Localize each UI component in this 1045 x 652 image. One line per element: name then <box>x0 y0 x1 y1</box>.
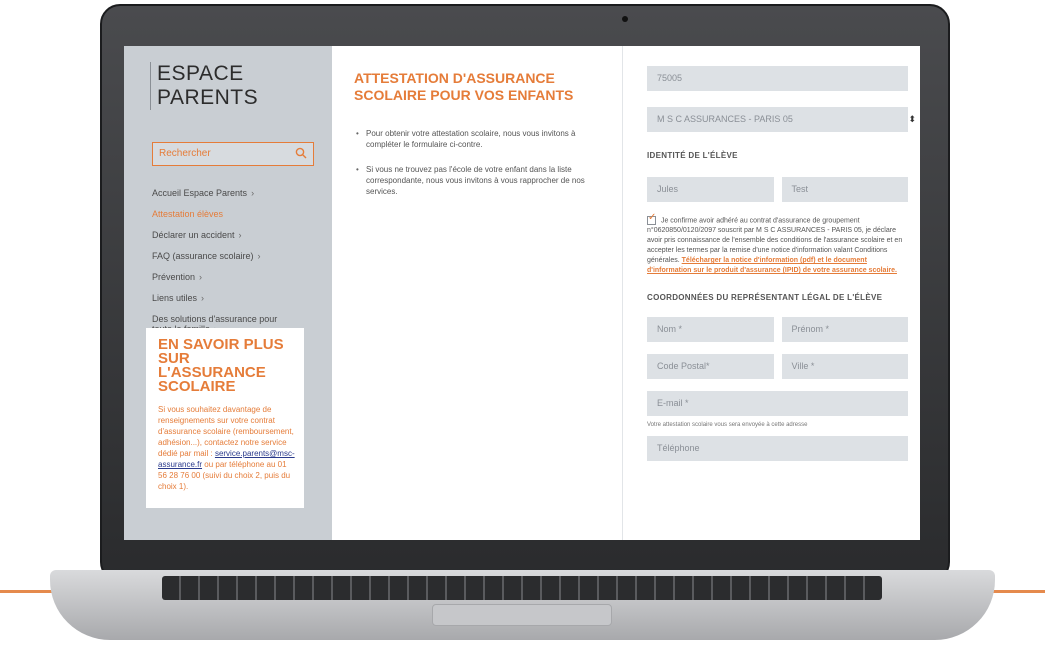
nav-item-attestation[interactable]: Attestation élèves <box>152 209 332 219</box>
sidebar-nav: Accueil Espace Parents › Attestation élèv… <box>152 188 332 334</box>
main-content: ATTESTATION D'ASSURANCE SCOLAIRE POUR VO… <box>332 46 622 540</box>
chevron-down-icon: ⬍ <box>908 114 916 124</box>
nav-item-prevention[interactable]: Prévention › <box>152 272 332 282</box>
brand-title: ESPACE PARENTS <box>150 62 332 110</box>
insurer-select[interactable]: M S C ASSURANCES - PARIS 05 ⬍ <box>647 107 916 132</box>
student-last-name-input[interactable]: Test <box>781 177 908 202</box>
guardian-section-title: COORDONNÉES DU REPRÉSENTANT LÉGAL DE L'É… <box>647 293 883 303</box>
search-placeholder: Rechercher <box>159 148 211 159</box>
postal-code-input[interactable]: Code Postal* <box>647 354 774 380</box>
page-title: ATTESTATION D'ASSURANCE SCOLAIRE POUR VO… <box>354 70 574 103</box>
instruction-item: Pour obtenir votre attestation scolaire,… <box>354 128 604 150</box>
sidebar: ESPACE PARENTS Rechercher Accueil Espace… <box>124 46 332 540</box>
email-note: Votre attestation scolaire vous sera env… <box>647 422 808 429</box>
camera-icon <box>622 16 628 22</box>
notice-download-link[interactable]: Télécharger la notice d'information (pdf… <box>647 257 897 274</box>
laptop-trackpad <box>432 604 612 626</box>
chevron-right-icon: › <box>251 188 255 198</box>
city-input[interactable]: Ville * <box>781 354 908 380</box>
laptop-keyboard <box>162 576 882 600</box>
instructions-list: Pour obtenir votre attestation scolaire,… <box>354 128 604 197</box>
instruction-item: Si vous ne trouvez pas l'école de votre … <box>354 164 604 197</box>
student-first-name-input[interactable]: Jules <box>647 177 774 202</box>
search-input[interactable]: Rechercher <box>152 142 314 166</box>
chevron-right-icon: › <box>238 230 242 240</box>
nav-item-links[interactable]: Liens utiles › <box>152 293 332 303</box>
consent-checkbox[interactable] <box>647 213 656 225</box>
guardian-last-name-input[interactable]: Nom * <box>647 317 774 343</box>
attestation-form: 75005 M S C ASSURANCES - PARIS 05 ⬍ IDEN… <box>622 46 920 540</box>
postal-prefill-field[interactable]: 75005 <box>647 66 908 91</box>
nav-item-accident[interactable]: Déclarer un accident › <box>152 230 332 240</box>
chevron-right-icon: › <box>257 251 261 261</box>
phone-input[interactable]: Téléphone <box>647 436 908 462</box>
promo-box: EN SAVOIR PLUS SUR L'ASSURANCE SCOLAIRE … <box>146 328 304 508</box>
promo-title: EN SAVOIR PLUS SUR L'ASSURANCE SCOLAIRE <box>158 336 284 395</box>
laptop-screen: ESPACE PARENTS Rechercher Accueil Espace… <box>124 46 920 540</box>
chevron-right-icon: › <box>199 272 203 282</box>
guardian-first-name-input[interactable]: Prénom * <box>781 317 908 343</box>
search-icon[interactable] <box>295 147 307 159</box>
nav-item-faq[interactable]: FAQ (assurance scolaire) › <box>152 251 332 261</box>
chevron-right-icon: › <box>201 293 205 303</box>
nav-item-home[interactable]: Accueil Espace Parents › <box>152 188 332 198</box>
promo-text: Si vous souhaitez davantage de renseigne… <box>158 405 295 491</box>
student-section-title: IDENTITÉ DE L'ÉLÈVE <box>647 151 738 160</box>
email-input[interactable]: E-mail * <box>647 391 908 417</box>
consent-block: Je confirme avoir adhéré au contrat d'as… <box>647 213 908 276</box>
